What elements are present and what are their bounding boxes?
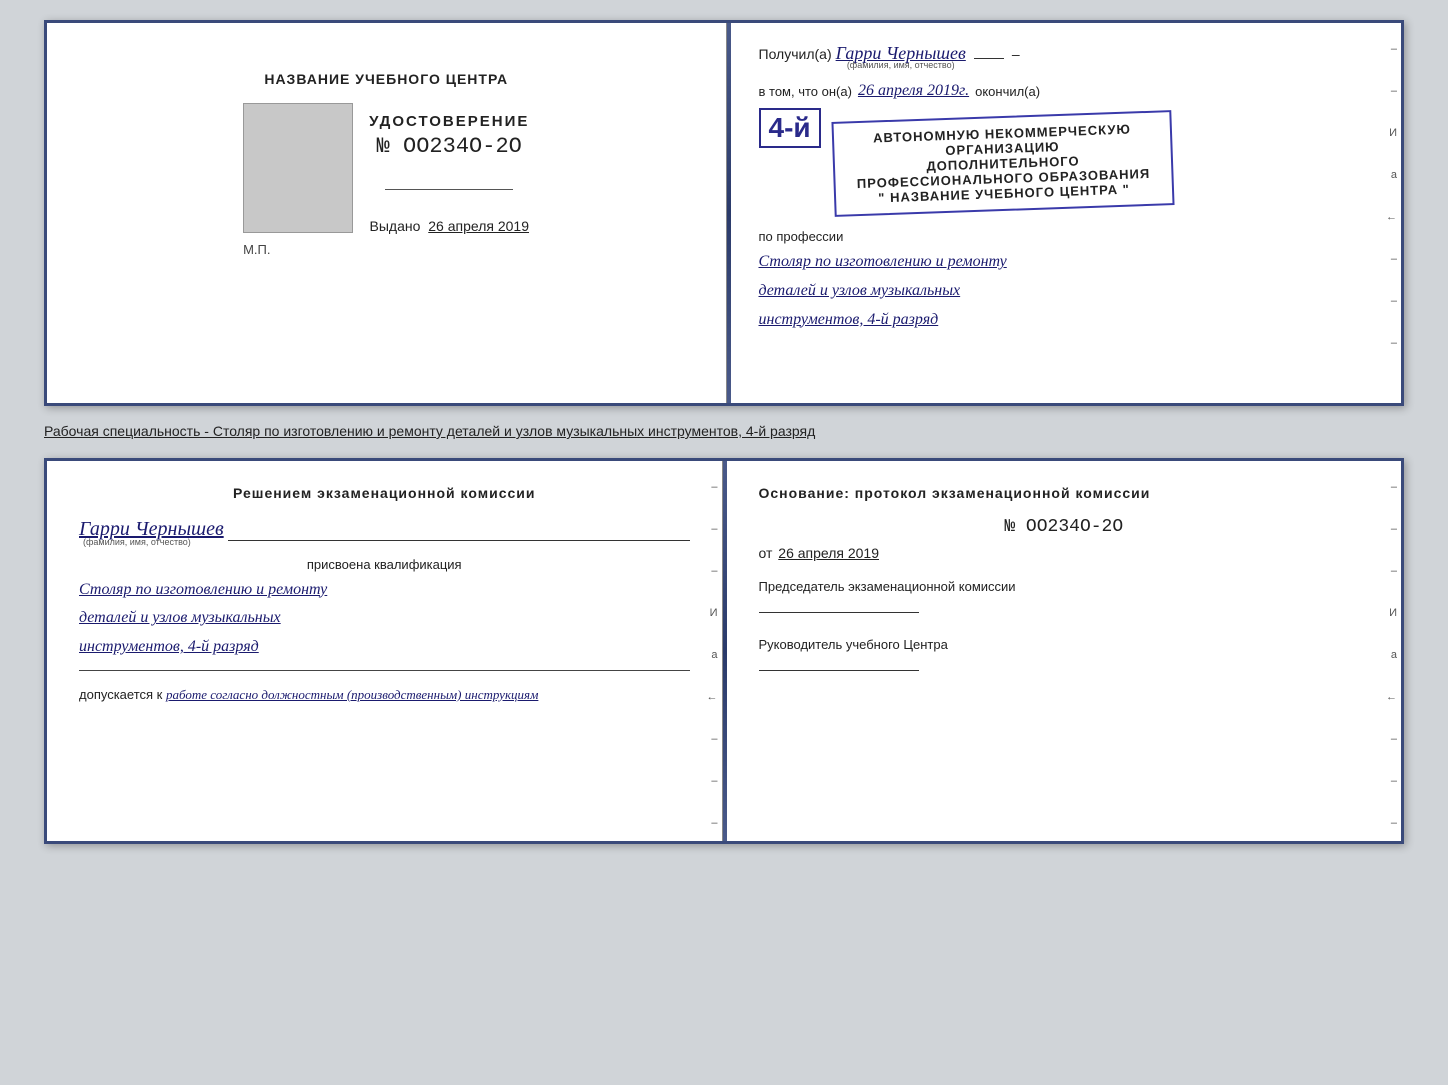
protocol-date: от 26 апреля 2019 [759, 545, 1370, 561]
name-sublabel: (фамилия, имя, отчество) [836, 60, 966, 70]
director-sign-line [759, 670, 919, 671]
side-а: а [1391, 169, 1397, 181]
completed-label: окончил(а) [975, 84, 1040, 99]
r-side-arrow: ← [1386, 691, 1397, 703]
b-side-dash-3: – [711, 565, 717, 577]
bottom-side-labels: – – – И а ← – – – [707, 481, 718, 829]
top-left-panel: НАЗВАНИЕ УЧЕБНОГО ЦЕНТРА УДОСТОВЕРЕНИЕ №… [47, 23, 727, 403]
profession-label: по профессии [759, 229, 1374, 244]
side-arrow: ← [1386, 211, 1397, 223]
cert-section: УДОСТОВЕРЕНИЕ № OO234O-2O [369, 113, 529, 159]
r-side-dash-4: – [1391, 733, 1397, 745]
b-side-И: И [710, 607, 718, 619]
right-side-labels-bottom: – – – И а ← – – – [1386, 481, 1397, 829]
photo-row: УДОСТОВЕРЕНИЕ № OO234O-2O Выдано 26 апре… [243, 103, 529, 234]
r-side-dash-1: – [1391, 481, 1397, 493]
issued-date: 26 апреля 2019 [428, 218, 529, 234]
completed-date: 26 апреля 2019г. [858, 82, 969, 100]
b-side-dash-5: – [711, 775, 717, 787]
date-prefix: от [759, 545, 773, 561]
director-section: Руководитель учебного Центра [759, 635, 1370, 677]
cert-number: № OO234O-2O [369, 134, 529, 159]
side-dash-4: – [1391, 295, 1397, 307]
allowed-label: допускается к работе согласно должностны… [79, 687, 690, 703]
completed-block: в том, что он(а) 26 апреля 2019г. окончи… [759, 82, 1374, 100]
caption: Рабочая специальность - Столяр по изгото… [44, 422, 1404, 442]
issued-label: Выдано [370, 218, 421, 234]
basis-title: Основание: протокол экзаменационной коми… [759, 485, 1370, 501]
received-prefix: Получил(а) [759, 46, 832, 62]
chairman-sign-line [759, 612, 919, 613]
stamp-area: 4-й АВТОНОМНУЮ НЕКОММЕРЧЕСКУЮ ОРГАНИЗАЦИ… [759, 108, 1374, 219]
side-labels: – – И а ← – – – [1386, 43, 1397, 349]
protocol-number: № OO234O-2O [759, 517, 1370, 537]
r-side-И: И [1389, 607, 1397, 619]
director-label: Руководитель учебного Центра [759, 635, 1370, 655]
commission-title: Решением экзаменационной комиссии [79, 485, 690, 501]
r-side-dash-6: – [1391, 817, 1397, 829]
profession-line2: деталей и узлов музыкальных [759, 277, 1374, 306]
bottom-right-panel: Основание: протокол экзаменационной коми… [727, 461, 1402, 841]
mp-label: М.П. [243, 242, 270, 257]
bottom-document: Решением экзаменационной комиссии Гарри … [44, 458, 1404, 844]
year-badge: 4-й [759, 108, 821, 148]
dash: – [1012, 46, 1020, 62]
bottom-profession-3: инструментов, 4-й разряд [79, 633, 690, 662]
center-title: НАЗВАНИЕ УЧЕБНОГО ЦЕНТРА [264, 71, 508, 87]
side-dash-2: – [1391, 85, 1397, 97]
chairman-label: Председатель экзаменационной комиссии [759, 577, 1370, 597]
profession-line3: инструментов, 4-й разряд [759, 306, 1374, 335]
qualification-label: присвоена квалификация [79, 557, 690, 572]
b-side-dash-4: – [711, 733, 717, 745]
photo-placeholder [243, 103, 353, 233]
b-side-dash-1: – [711, 481, 717, 493]
protocol-date-value: 26 апреля 2019 [778, 545, 879, 561]
bottom-profession-1: Столяр по изготовлению и ремонту [79, 576, 690, 605]
issued-section: Выдано 26 апреля 2019 [370, 218, 530, 234]
bottom-profession-2: деталей и узлов музыкальных [79, 604, 690, 633]
chairman-section: Председатель экзаменационной комиссии [759, 577, 1370, 619]
cert-label: УДОСТОВЕРЕНИЕ [369, 113, 529, 130]
vtom-prefix: в том, что он(а) [759, 84, 852, 99]
b-side-dash-6: – [711, 817, 717, 829]
name-underline [228, 517, 690, 541]
profession-line1: Столяр по изготовлению и ремонту [759, 248, 1374, 277]
b-side-а: а [711, 649, 717, 661]
r-side-dash-2: – [1391, 523, 1397, 535]
b-side-dash-2: – [711, 523, 717, 535]
r-side-а: а [1391, 649, 1397, 661]
top-right-panel: Получил(а) Гарри Чернышев (фамилия, имя,… [731, 23, 1402, 403]
caption-text: Рабочая специальность - Столяр по изгото… [44, 423, 815, 439]
side-dash-5: – [1391, 337, 1397, 349]
r-side-dash-5: – [1391, 775, 1397, 787]
bottom-left-panel: Решением экзаменационной комиссии Гарри … [47, 461, 723, 841]
received-line: Получил(а) Гарри Чернышев (фамилия, имя,… [759, 43, 1374, 70]
allowed-prefix: допускается к [79, 687, 162, 702]
side-И: И [1389, 127, 1397, 139]
stamp-box: АВТОНОМНУЮ НЕКОММЕРЧЕСКУЮ ОРГАНИЗАЦИЮ ДО… [831, 110, 1174, 217]
side-dash-1: – [1391, 43, 1397, 55]
separator-line [79, 670, 690, 671]
side-dash-3: – [1391, 253, 1397, 265]
r-side-dash-3: – [1391, 565, 1397, 577]
top-document: НАЗВАНИЕ УЧЕБНОГО ЦЕНТРА УДОСТОВЕРЕНИЕ №… [44, 20, 1404, 406]
name-section: Гарри Чернышев (фамилия, имя, отчество) [79, 517, 690, 547]
allowed-value: работе согласно должностным (производств… [166, 687, 538, 702]
b-side-arrow: ← [707, 691, 718, 703]
